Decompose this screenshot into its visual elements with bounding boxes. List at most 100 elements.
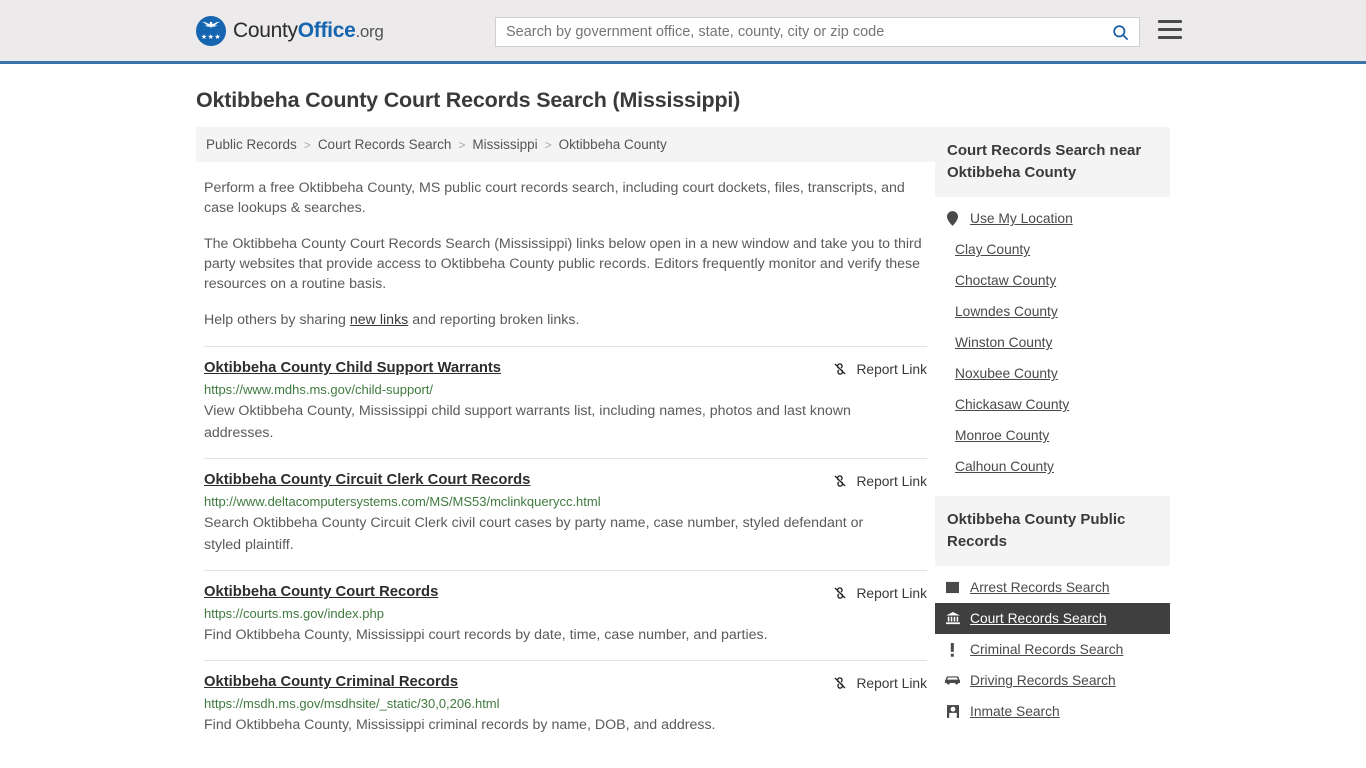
results-list: Oktibbeha County Child Support Warrants R… [196,346,935,750]
result-description: Search Oktibbeha County Circuit Clerk ci… [204,515,864,553]
public-records-panel-heading: Oktibbeha County Public Records [935,496,1170,566]
search-button[interactable] [1101,18,1139,46]
result-description: Find Oktibbeha County, Mississippi crimi… [204,717,716,733]
sidebar-nearby-label: Winston County [955,335,1053,350]
hamburger-menu-icon[interactable] [1158,20,1182,39]
sidebar-record-label: Court Records Search [970,611,1107,626]
page-title: Oktibbeha County Court Records Search (M… [196,88,741,112]
result-title-link[interactable]: Oktibbeha County Child Support Warrants [204,360,501,376]
breadcrumb-separator: > [303,137,311,152]
report-link-label: Report Link [856,675,927,691]
nearby-panel-heading: Court Records Search near Oktibbeha Coun… [935,127,1170,197]
site-logo[interactable]: ★★★ CountyOffice.org [196,15,384,46]
result-title-link[interactable]: Oktibbeha County Criminal Records [204,674,458,690]
sidebar-nearby-label: Monroe County [955,428,1050,443]
map-pin-icon [947,211,958,226]
logo-text-county: County [233,18,298,42]
result-item: Oktibbeha County Court Records Report Lin… [204,570,927,660]
intro-paragraph-1: Perform a free Oktibbeha County, MS publ… [204,180,905,216]
sidebar-record-label: Driving Records Search [970,673,1116,688]
breadcrumb-item[interactable]: Public Records [206,137,297,152]
courthouse-icon [945,612,960,625]
report-link-button[interactable]: Report Link [832,361,927,377]
sidebar-nearby-label: Clay County [955,242,1031,257]
countyoffice-logo-icon: ★★★ [196,15,226,46]
breadcrumb-item[interactable]: Oktibbeha County [559,137,667,152]
site-logo-text: CountyOffice.org [233,19,384,43]
sidebar-record-label: Inmate Search [970,704,1060,719]
result-item: Oktibbeha County Criminal Records Report … [204,660,927,750]
result-header: Oktibbeha County Circuit Clerk Court Rec… [204,472,927,489]
result-title-link[interactable]: Oktibbeha County Court Records [204,584,438,600]
result-item: Oktibbeha County Circuit Clerk Court Rec… [204,458,927,570]
report-link-label: Report Link [856,585,927,601]
breadcrumb-item[interactable]: Mississippi [472,137,537,152]
logo-text-org: .org [355,21,384,41]
intro-section: Perform a free Oktibbeha County, MS publ… [196,178,935,330]
sidebar-nearby-item[interactable]: Winston County [935,327,1170,358]
result-url[interactable]: https://msdh.ms.gov/msdhsite/_static/30,… [204,696,927,711]
broken-link-icon [835,677,846,689]
page-body: Oktibbeha County Court Records Search (M… [0,88,1366,750]
sidebar-nearby-item[interactable]: Calhoun County [935,451,1170,482]
result-description: View Oktibbeha County, Mississippi child… [204,403,851,441]
result-description: Find Oktibbeha County, Mississippi court… [204,627,768,643]
broken-link-icon [835,475,846,487]
intro-paragraph-2: The Oktibbeha County Court Records Searc… [204,236,922,292]
sidebar-nearby-item[interactable]: Use My Location [935,203,1170,234]
breadcrumb-separator: > [458,137,466,152]
sidebar-nearby-label: Choctaw County [955,273,1057,288]
inmate-icon [946,705,959,718]
intro-paragraph-3: Help others by sharing new links and rep… [204,310,927,330]
report-link-button[interactable]: Report Link [832,585,927,601]
sidebar-nearby-item[interactable]: Choctaw County [935,265,1170,296]
intro-p3-before: Help others by sharing [204,312,350,328]
search-bar[interactable] [495,17,1140,47]
broken-link-icon [835,587,846,599]
sidebar-nearby-item[interactable]: Chickasaw County [935,389,1170,420]
broken-link-icon [835,363,846,375]
result-header: Oktibbeha County Court Records Report Lin… [204,584,927,601]
car-icon [945,675,960,686]
report-link-button[interactable]: Report Link [832,675,927,691]
courthouse-icon [945,612,960,625]
result-header: Oktibbeha County Criminal Records Report … [204,674,927,691]
search-input[interactable] [496,18,1101,46]
car-icon [945,676,960,685]
hamburger-bar [1158,20,1182,23]
sidebar-record-item[interactable]: Inmate Search [935,696,1170,727]
result-url[interactable]: https://courts.ms.gov/index.php [204,606,927,621]
sidebar-record-label: Criminal Records Search [970,642,1124,657]
new-links-link[interactable]: new links [350,312,408,328]
search-icon [1112,24,1128,40]
result-header: Oktibbeha County Child Support Warrants R… [204,360,927,377]
sidebar-record-item[interactable]: Criminal Records Search [935,634,1170,665]
report-link-button[interactable]: Report Link [832,473,927,489]
report-link-label: Report Link [856,473,927,489]
sidebar-nearby-item[interactable]: Lowndes County [935,296,1170,327]
logo-text-office: Office [297,18,356,42]
fingerprint-icon [945,581,960,594]
nearby-panel: Court Records Search near Oktibbeha Coun… [935,127,1170,482]
sidebar-nearby-label: Noxubee County [955,366,1058,381]
site-header: ★★★ CountyOffice.org [0,0,1366,64]
breadcrumb-item[interactable]: Court Records Search [318,137,452,152]
hamburger-bar [1158,28,1182,31]
result-url[interactable]: http://www.deltacomputersystems.com/MS/M… [204,494,927,509]
public-records-list: Arrest Records Search Court Records Searc… [935,566,1170,727]
breadcrumb-separator: > [544,137,552,152]
sidebar-nearby-label: Use My Location [970,211,1073,226]
sidebar-record-item[interactable]: Court Records Search [935,603,1170,634]
report-link-label: Report Link [856,361,927,377]
sidebar-nearby-item[interactable]: Monroe County [935,420,1170,451]
hamburger-bar [1158,36,1182,39]
sidebar-nearby-item[interactable]: Noxubee County [935,358,1170,389]
inmate-icon [945,705,960,718]
sidebar-record-item[interactable]: Driving Records Search [935,665,1170,696]
sidebar-record-item[interactable]: Arrest Records Search [935,572,1170,603]
sidebar-nearby-item[interactable]: Clay County [935,234,1170,265]
result-url[interactable]: https://www.mdhs.ms.gov/child-support/ [204,382,927,397]
result-title-link[interactable]: Oktibbeha County Circuit Clerk Court Rec… [204,472,530,488]
main-content: Public Records > Court Records Search > Miss… [196,127,935,750]
sidebar-record-label: Arrest Records Search [970,580,1110,595]
